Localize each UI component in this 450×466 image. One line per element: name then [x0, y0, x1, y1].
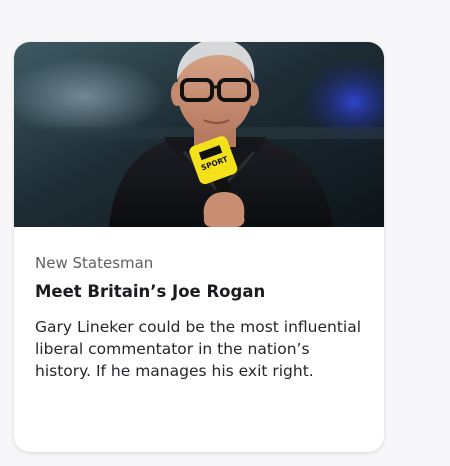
article-image[interactable]: SPORT — [14, 42, 384, 227]
presenter-photo: SPORT — [14, 42, 384, 227]
article-snippet: Gary Lineker could be the most influenti… — [35, 318, 362, 380]
news-card[interactable]: SPORT New Statesman Meet Britain’s Joe R… — [14, 42, 384, 452]
article-title[interactable]: Meet Britain’s Joe Rogan — [35, 281, 364, 303]
article-source[interactable]: New Statesman — [35, 253, 364, 273]
